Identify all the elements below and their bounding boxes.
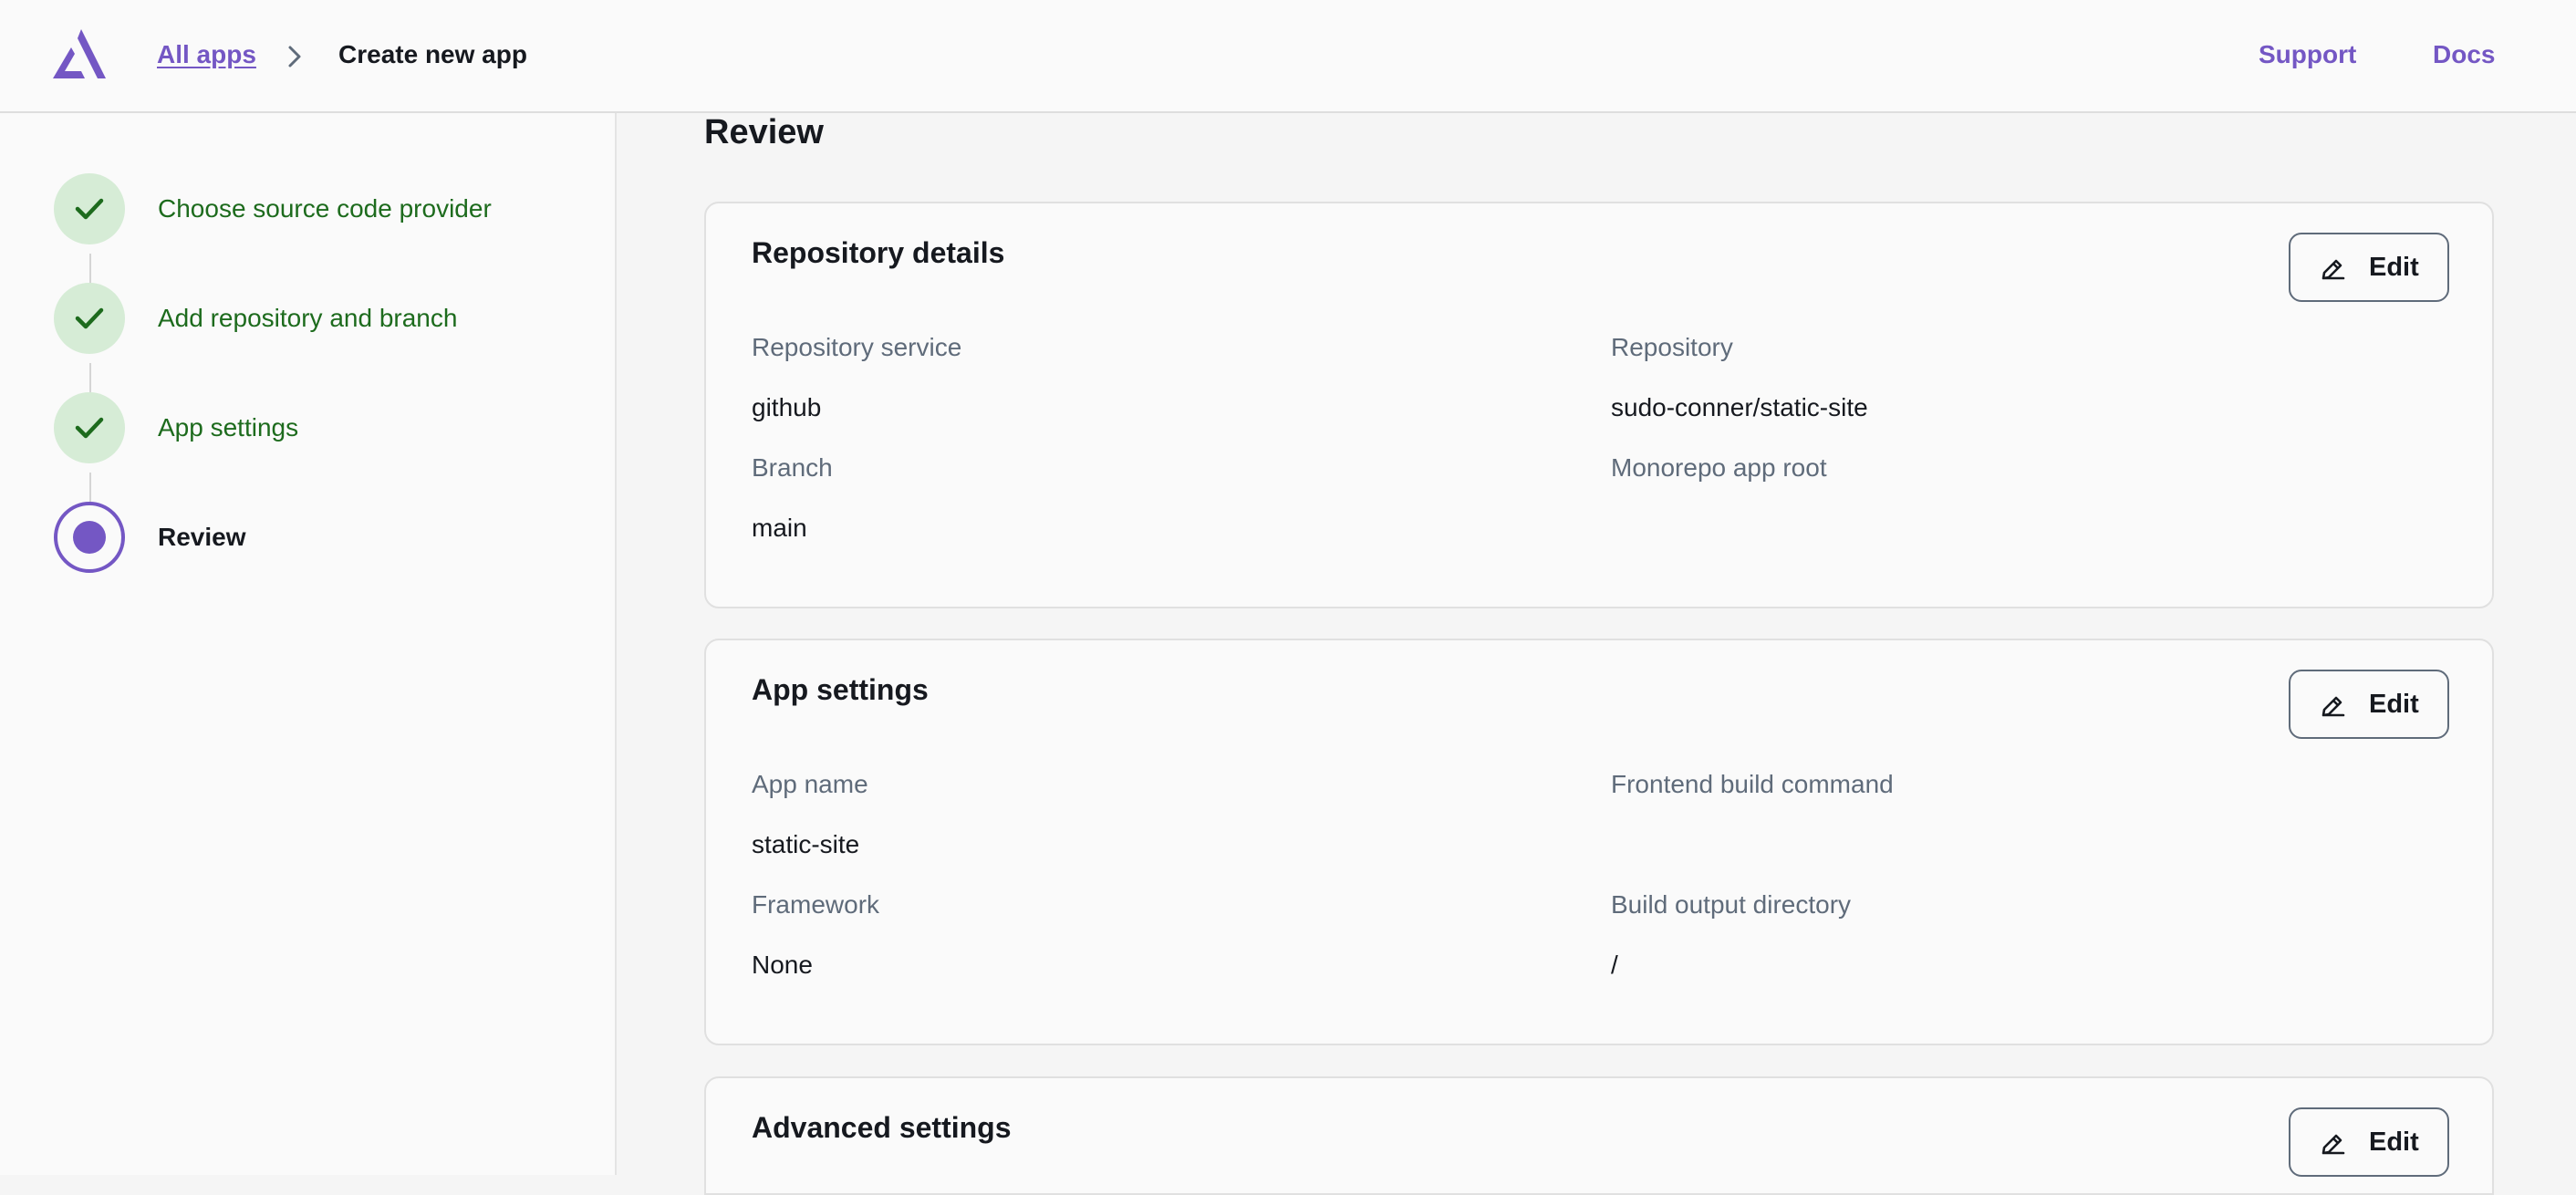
- step-label: Choose source code provider: [158, 194, 492, 223]
- framework-value: None: [752, 951, 813, 979]
- advanced-settings-card: Advanced settings Edit: [704, 1076, 2494, 1195]
- top-navigation-bar: All apps Create new app Support Docs: [0, 0, 2576, 113]
- current-step-dot: [73, 521, 106, 554]
- card-title: Repository details: [752, 236, 1005, 269]
- step-review[interactable]: Review: [0, 502, 617, 573]
- edit-button-label: Edit: [2369, 253, 2419, 282]
- framework-label: Framework: [752, 890, 880, 919]
- repository-service-value: github: [752, 393, 822, 421]
- step-completed-indicator: [54, 283, 125, 354]
- chevron-right-icon: [288, 46, 301, 68]
- breadcrumb-current-page: Create new app: [338, 40, 527, 68]
- check-icon: [75, 198, 104, 220]
- edit-button-label: Edit: [2369, 1127, 2419, 1157]
- check-icon: [75, 307, 104, 329]
- edit-advanced-settings-button[interactable]: Edit: [2289, 1107, 2449, 1177]
- step-completed-indicator: [54, 173, 125, 244]
- build-output-directory-value: /: [1611, 951, 1618, 979]
- amplify-logo[interactable]: [51, 27, 108, 80]
- app-name-value: static-site: [752, 830, 860, 858]
- repository-service-label: Repository service: [752, 333, 962, 361]
- step-choose-source-provider[interactable]: Choose source code provider: [0, 173, 617, 244]
- step-label: Review: [158, 523, 246, 551]
- card-title: Advanced settings: [752, 1111, 1012, 1144]
- step-app-settings[interactable]: App settings: [0, 392, 617, 463]
- pencil-icon: [2322, 259, 2345, 280]
- support-link[interactable]: Support: [2259, 40, 2356, 69]
- repository-details-card: Repository details Edit Repository servi…: [704, 202, 2494, 608]
- build-output-directory-label: Build output directory: [1611, 890, 1852, 919]
- step-label: App settings: [158, 413, 299, 442]
- monorepo-app-root-label: Monorepo app root: [1611, 453, 1827, 482]
- step-label: Add repository and branch: [158, 304, 458, 332]
- branch-value: main: [752, 514, 807, 542]
- edit-button-label: Edit: [2369, 690, 2419, 719]
- step-add-repository-branch[interactable]: Add repository and branch: [0, 283, 617, 354]
- edit-repository-details-button[interactable]: Edit: [2289, 233, 2449, 302]
- edit-app-settings-button[interactable]: Edit: [2289, 670, 2449, 739]
- repository-label: Repository: [1611, 333, 1733, 361]
- frontend-build-command-label: Frontend build command: [1611, 770, 1894, 798]
- branch-label: Branch: [752, 453, 833, 482]
- app-name-label: App name: [752, 770, 868, 798]
- check-icon: [75, 417, 104, 439]
- docs-link[interactable]: Docs: [2433, 40, 2495, 69]
- page-title: Review: [704, 113, 824, 151]
- app-settings-card: App settings Edit App name static-site F…: [704, 639, 2494, 1045]
- repository-value: sudo-conner/static-site: [1611, 393, 1868, 421]
- card-title: App settings: [752, 673, 929, 706]
- breadcrumb-all-apps-link[interactable]: All apps: [157, 40, 256, 69]
- step-current-indicator: [54, 502, 125, 573]
- pencil-icon: [2322, 1134, 2345, 1155]
- pencil-icon: [2322, 696, 2345, 717]
- wizard-steps-sidebar: Choose source code provider Add reposito…: [0, 113, 617, 1175]
- step-completed-indicator: [54, 392, 125, 463]
